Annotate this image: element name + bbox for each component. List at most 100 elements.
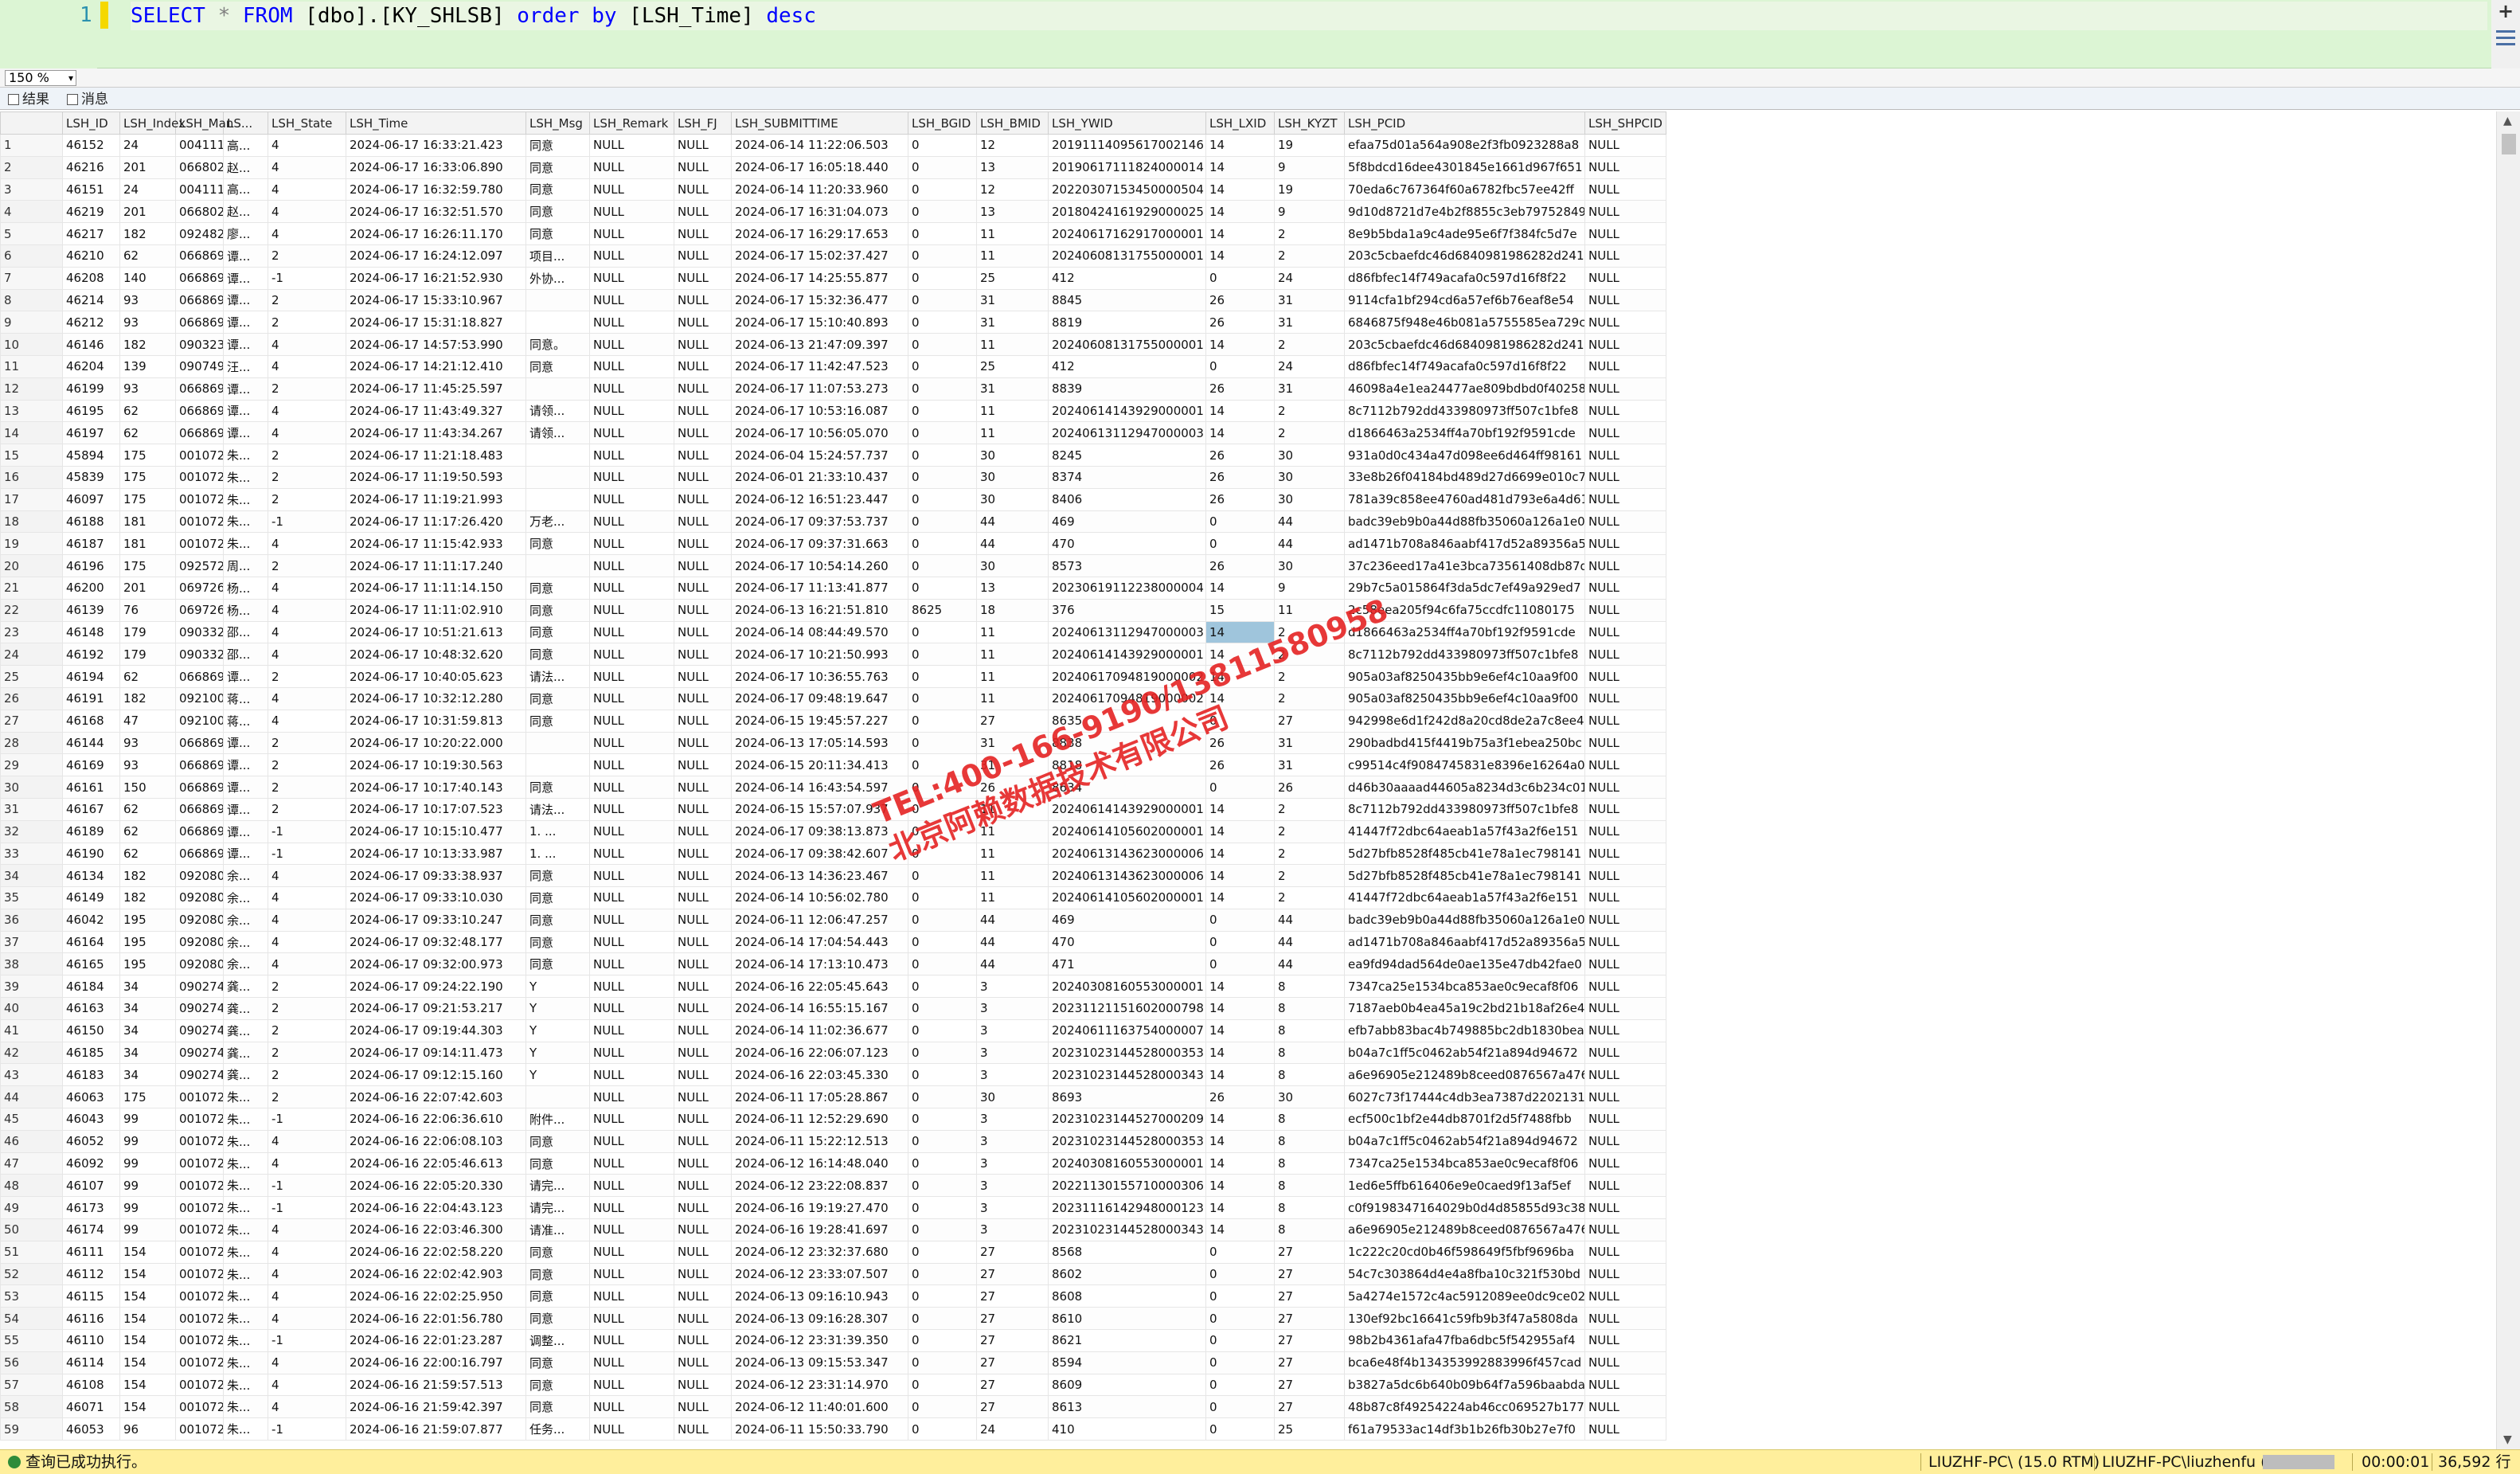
table-cell[interactable]: 2024-06-16 22:03:46.300 xyxy=(346,1218,526,1241)
table-cell[interactable]: 蒋... xyxy=(223,686,268,710)
table-cell[interactable]: 092080 xyxy=(175,952,224,976)
table-cell[interactable]: 195 xyxy=(119,952,176,976)
row-number[interactable]: 57 xyxy=(0,1373,63,1397)
table-cell[interactable]: 0 xyxy=(908,311,977,334)
table-cell[interactable]: NULL xyxy=(589,487,674,511)
table-cell[interactable]: 175 xyxy=(119,487,176,511)
table-cell[interactable]: 同意 xyxy=(525,864,590,888)
table-cell[interactable]: 谭... xyxy=(223,311,268,334)
table-cell[interactable]: 27 xyxy=(976,1262,1049,1286)
row-number[interactable]: 58 xyxy=(0,1395,63,1419)
table-cell[interactable]: 余... xyxy=(223,864,268,888)
table-cell[interactable]: NULL xyxy=(1584,532,1666,556)
table-cell[interactable]: 27 xyxy=(1274,1262,1345,1286)
table-cell[interactable]: 3 xyxy=(976,975,1049,999)
table-cell[interactable]: 46139 xyxy=(62,598,120,622)
table-cell[interactable]: 8e9b5bda1a9c4ade95e6f7f384fc5d7e xyxy=(1344,222,1585,245)
table-cell[interactable]: 46192 xyxy=(62,643,120,667)
table-cell[interactable]: 9 xyxy=(1274,155,1345,179)
table-cell[interactable]: 2024-06-17 10:21:50.993 xyxy=(731,643,908,667)
row-number[interactable]: 53 xyxy=(0,1284,63,1308)
table-cell[interactable]: 2024-06-17 15:31:18.827 xyxy=(346,311,526,334)
row-number[interactable]: 26 xyxy=(0,686,63,710)
table-cell[interactable]: 46112 xyxy=(62,1262,120,1286)
table-cell[interactable]: 182 xyxy=(119,864,176,888)
table-cell[interactable]: 14 xyxy=(1205,576,1275,600)
table-cell[interactable]: NULL xyxy=(589,686,674,710)
table-cell[interactable]: 8 xyxy=(1274,1108,1345,1131)
table-cell[interactable]: 2024-06-17 09:14:11.473 xyxy=(346,1041,526,1065)
table-cell[interactable]: 2024-06-16 22:02:25.950 xyxy=(346,1284,526,1308)
table-cell[interactable]: NULL xyxy=(674,1063,732,1087)
table-cell[interactable]: NULL xyxy=(1584,178,1666,201)
table-cell[interactable]: 090323 xyxy=(175,333,224,356)
table-cell[interactable]: 069726 xyxy=(175,598,224,622)
table-cell[interactable]: 092080 xyxy=(175,908,224,932)
table-cell[interactable]: 0 xyxy=(1205,1307,1275,1331)
row-number[interactable]: 18 xyxy=(0,510,63,534)
table-cell[interactable]: 182 xyxy=(119,333,176,356)
table-cell[interactable]: 2024-06-17 16:33:21.423 xyxy=(346,134,526,157)
table-row[interactable]: 37 46164 195 092080 余... 4 2024-06-17 09:32:48… xyxy=(0,930,1666,954)
table-row[interactable]: 28 46144 93 066869 谭... 2 2024-06-17 10:20:22.… xyxy=(0,731,1666,755)
table-cell[interactable]: -1 xyxy=(268,510,346,534)
table-cell[interactable]: 30 xyxy=(976,1085,1049,1109)
table-cell[interactable]: 同意 xyxy=(525,155,590,179)
table-cell[interactable]: 20240611163754000007 xyxy=(1048,1019,1206,1042)
table-cell[interactable]: NULL xyxy=(674,487,732,511)
table-cell[interactable]: 30 xyxy=(976,487,1049,511)
column-header[interactable]: LSH_Index xyxy=(119,111,186,135)
table-cell[interactable]: 8c7112b792dd433980973ff507c1bfe8 xyxy=(1344,399,1585,423)
table-cell[interactable]: 27 xyxy=(1274,1307,1345,1331)
table-cell[interactable]: 44 xyxy=(1274,930,1345,954)
table-cell[interactable]: NULL xyxy=(674,1174,732,1198)
table-cell[interactable]: d46b30aaaad44605a8234d3c6b234c01 xyxy=(1344,776,1585,799)
table-cell[interactable]: 001072 xyxy=(175,1307,224,1331)
row-number[interactable]: 1 xyxy=(0,134,63,157)
table-cell[interactable]: 4 xyxy=(268,134,346,157)
table-cell[interactable]: 001072 xyxy=(175,532,224,556)
table-cell[interactable]: 2024-06-17 09:24:22.190 xyxy=(346,975,526,999)
table-cell[interactable]: NULL xyxy=(674,1108,732,1131)
table-cell[interactable]: 20190617111824000014 xyxy=(1048,155,1206,179)
table-cell[interactable]: 同意 xyxy=(525,1151,590,1175)
table-cell[interactable] xyxy=(525,753,590,777)
table-cell[interactable]: 2024-06-04 15:24:57.737 xyxy=(731,444,908,467)
table-cell[interactable]: 0 xyxy=(1205,1395,1275,1419)
column-header[interactable]: LSH_PCID xyxy=(1344,111,1585,135)
table-cell[interactable]: 34 xyxy=(119,1063,176,1087)
table-cell[interactable]: 2024-06-12 23:32:37.680 xyxy=(731,1240,908,1264)
table-cell[interactable]: 469 xyxy=(1048,510,1206,534)
table-cell[interactable]: NULL xyxy=(589,1129,674,1153)
table-cell[interactable]: Y xyxy=(525,997,590,1020)
table-cell[interactable]: 46200 xyxy=(62,576,120,600)
table-cell[interactable]: NULL xyxy=(674,620,732,644)
column-header[interactable]: LSH_FJ xyxy=(674,111,732,135)
table-cell[interactable]: 朱... xyxy=(223,1151,268,1175)
table-cell[interactable]: 13 xyxy=(976,576,1049,600)
table-row[interactable]: 55 46110 154 001072 朱... -1 2024-06-16 22:01:2… xyxy=(0,1329,1666,1352)
table-cell[interactable]: 8374 xyxy=(1048,465,1206,489)
table-cell[interactable]: 3 xyxy=(976,1108,1049,1131)
table-cell[interactable]: 余... xyxy=(223,886,268,909)
table-cell[interactable]: 46183 xyxy=(62,1063,120,1087)
table-row[interactable]: 58 46071 154 001072 朱... 4 2024-06-16 21:59:42… xyxy=(0,1395,1666,1419)
row-number[interactable]: 45 xyxy=(0,1108,63,1131)
table-cell[interactable]: 2024-06-17 11:19:50.593 xyxy=(346,465,526,489)
table-cell[interactable]: 2024-06-16 22:02:58.220 xyxy=(346,1240,526,1264)
row-number[interactable]: 48 xyxy=(0,1174,63,1198)
table-cell[interactable]: 46174 xyxy=(62,1218,120,1241)
table-cell[interactable]: 26 xyxy=(1205,311,1275,334)
table-row[interactable]: 8 46214 93 066869 谭... 2 2024-06-17 15:33:10.9… xyxy=(0,288,1666,312)
table-cell[interactable]: NULL xyxy=(1584,200,1666,224)
table-cell[interactable]: 44 xyxy=(976,532,1049,556)
table-cell[interactable]: NULL xyxy=(1584,952,1666,976)
table-cell[interactable]: NULL xyxy=(589,864,674,888)
table-cell[interactable]: 请准... xyxy=(525,1218,590,1241)
table-cell[interactable]: NULL xyxy=(1584,222,1666,245)
table-cell[interactable]: 2024-06-16 21:59:57.513 xyxy=(346,1373,526,1397)
table-cell[interactable]: 066869 xyxy=(175,665,224,688)
table-cell[interactable]: 93 xyxy=(119,377,176,401)
table-cell[interactable]: 8 xyxy=(1274,1174,1345,1198)
table-cell[interactable]: 471 xyxy=(1048,952,1206,976)
